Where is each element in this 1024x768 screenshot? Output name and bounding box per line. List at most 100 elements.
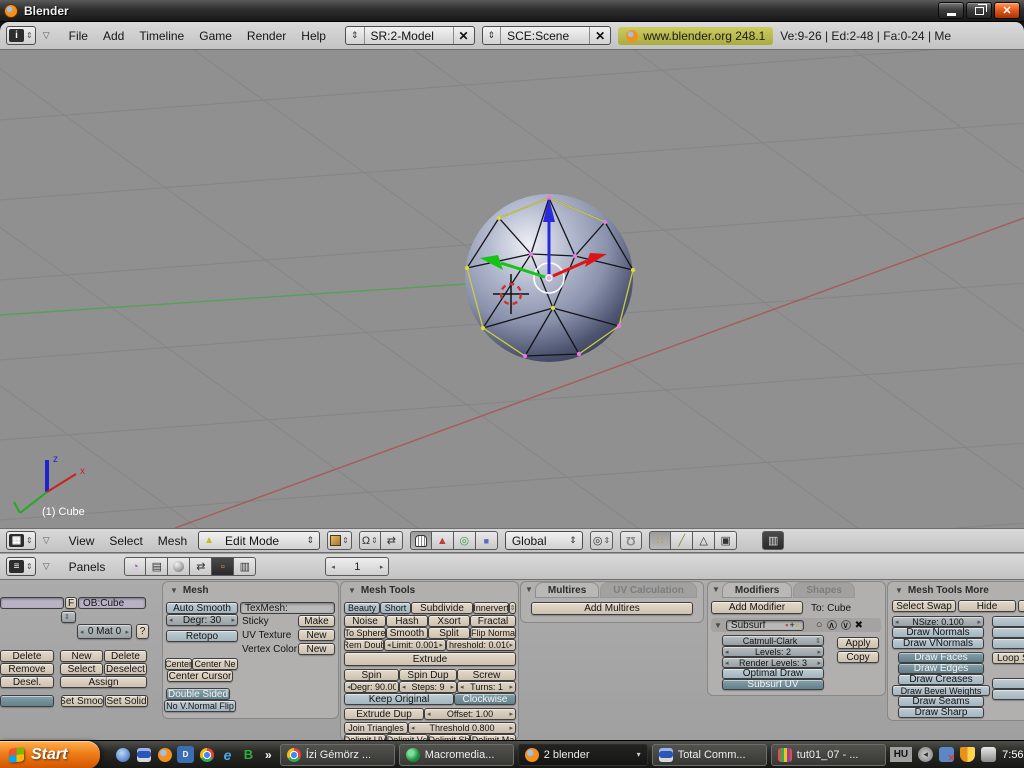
face-area-toggle[interactable]: Face <box>992 638 1024 649</box>
screw-button[interactable]: Screw <box>457 669 516 681</box>
task-item-macromedia[interactable]: Macromedia... <box>399 744 514 766</box>
x-axis-toggle[interactable]: X-axis <box>992 689 1024 700</box>
tab-shapes[interactable]: Shapes <box>794 583 854 597</box>
subsurf-uv-toggle[interactable]: Subsurf UV <box>722 679 824 690</box>
tab-modifiers[interactable]: Modifiers <box>723 583 791 597</box>
quicklaunch-ie-icon[interactable]: e <box>219 746 236 763</box>
select-button[interactable]: Select <box>60 663 103 675</box>
mesh-tools-more-header[interactable]: ▼ Mesh Tools More <box>888 582 1024 596</box>
extrude-button[interactable]: Extrude <box>344 652 516 666</box>
short-toggle[interactable]: Short <box>380 602 411 614</box>
stepper-right-icon[interactable]: ▸ <box>509 710 513 718</box>
join-triangles-toggle[interactable]: Join Triangles <box>344 722 408 734</box>
draw-sharp-toggle[interactable]: Draw Sharp <box>898 707 984 718</box>
menu-select[interactable]: Select <box>105 534 146 548</box>
frame-prev-icon[interactable]: ◂ <box>331 563 335 571</box>
texmesh-field[interactable]: TexMesh: <box>240 602 335 614</box>
modifier-name-field[interactable]: Subsurf ▪ + ▫ <box>726 620 804 631</box>
edited-sphere-object[interactable] <box>465 194 635 362</box>
viewport-menu-collapse-icon[interactable]: ▽ <box>43 535 50 546</box>
extrude-dup-button[interactable]: Extrude Dup <box>344 708 424 720</box>
mini-stepper[interactable]: ⇕ <box>61 611 76 623</box>
frame-stepper[interactable]: ◂ 1 ▸ <box>325 557 389 576</box>
add-modifier-button[interactable]: Add Modifier <box>711 601 803 614</box>
delete-material-button[interactable]: Delete <box>104 650 147 662</box>
apply-modifier-button[interactable]: Apply <box>837 637 879 649</box>
quicklaunch-chrome-icon[interactable] <box>198 746 215 763</box>
logic-context-button[interactable]: ◔ <box>124 557 146 576</box>
degr-stepper[interactable]: ◂ Degr: 30 ▸ <box>166 614 238 626</box>
menu-help[interactable]: Help <box>297 29 330 43</box>
center-new-button[interactable]: Center Ne <box>192 658 238 670</box>
stepper-right-icon[interactable]: ▸ <box>977 618 981 626</box>
shading-context-button[interactable] <box>168 557 190 576</box>
deselect-button[interactable]: Deselect <box>104 663 147 675</box>
tab-multires[interactable]: Multires <box>536 583 598 597</box>
split-button[interactable]: Split <box>428 627 470 639</box>
quicklaunch-blender-icon[interactable] <box>156 746 173 763</box>
scene-context-button[interactable]: ▥ <box>234 557 256 576</box>
render-preview-button[interactable]: ▥ <box>762 531 784 550</box>
manipulator-scale-button[interactable]: ■ <box>476 531 498 550</box>
spin-degr-stepper[interactable]: ◂ Degr: 90.00 <box>344 681 399 693</box>
scene-close-icon[interactable]: ✕ <box>589 27 610 44</box>
occlude-geometry-button[interactable]: ▣ <box>715 531 737 550</box>
printer-icon[interactable] <box>981 747 996 762</box>
render-toggle-icon[interactable]: ▪ <box>785 620 788 630</box>
clockwise-toggle[interactable]: Clockwise <box>454 693 516 705</box>
keep-original-toggle[interactable]: Keep Original <box>344 693 454 705</box>
quicklaunch-dev-icon[interactable]: D <box>177 746 194 763</box>
edge-length-toggle[interactable]: Edge L <box>992 616 1024 627</box>
delete-vgroup-button[interactable]: Delete <box>0 650 54 662</box>
viewport-canvas[interactable]: z x (1) Cube <box>0 50 1024 528</box>
limit-stepper[interactable]: ◂ Limit: 0.001 ▸ <box>384 639 446 651</box>
beauty-toggle[interactable]: Beauty <box>344 602 380 614</box>
buttons-editor-type-button[interactable]: ≡ ⇕ <box>6 557 36 576</box>
select-swap-button[interactable]: Select Swap <box>892 600 956 612</box>
panel-collapse-icon[interactable]: ▼ <box>712 585 720 594</box>
group-dropdown-icon[interactable]: ▾ <box>637 750 641 759</box>
task-item-izi-gemorz[interactable]: Ízi Gémörz ... <box>280 744 395 766</box>
edge-angles-toggle[interactable]: Edge A <box>992 627 1024 638</box>
steps-stepper[interactable]: ◂ Steps: 9 ▸ <box>399 681 457 693</box>
material-help-button[interactable]: ? <box>136 624 149 639</box>
set-solid-button[interactable]: Set Solid <box>105 695 148 707</box>
noise-button[interactable]: Noise <box>344 615 386 627</box>
material-stepper[interactable]: ◂ 0 Mat 0 ▸ <box>77 624 132 639</box>
threshold-stepper[interactable]: hreshold: 0.010 ▸ <box>446 639 516 651</box>
all-edges-toggle[interactable]: All E <box>992 678 1024 689</box>
partial-field[interactable] <box>0 597 64 609</box>
add-multires-button[interactable]: Add Multires <box>531 602 693 615</box>
retopo-toggle[interactable]: Retopo <box>166 630 238 642</box>
loop-select-button[interactable]: Loop Sele <box>992 652 1024 664</box>
center-cursor-button[interactable]: Center Cursor <box>167 670 233 682</box>
draw-vnormals-toggle[interactable]: Draw VNormals <box>892 638 984 649</box>
levels-stepper[interactable]: ◂ Levels: 2 ▸ <box>722 646 824 657</box>
draw-edges-toggle[interactable]: Draw Edges <box>898 663 984 674</box>
frame-next-icon[interactable]: ▸ <box>380 563 384 571</box>
subdivide-button[interactable]: Subdivide <box>411 602 473 614</box>
set-smooth-button[interactable]: Set Smoot <box>61 695 104 707</box>
new-material-button[interactable]: New <box>60 650 103 662</box>
desel-button[interactable]: Desel. <box>0 676 54 688</box>
scene-selector[interactable]: ⇕ SCE:Scene ✕ <box>482 26 612 45</box>
copy-modifier-button[interactable]: Copy <box>837 651 879 663</box>
panel-collapse-icon[interactable]: ▼ <box>170 586 178 595</box>
start-button[interactable]: Start <box>0 741 100 768</box>
subdivision-type-dropdown[interactable]: Catmull-Clark ⇕ <box>722 635 824 646</box>
panels-menu[interactable]: Panels <box>65 560 110 574</box>
edge-select-button[interactable]: ╱ <box>671 531 693 550</box>
editmode-toggle-icon[interactable]: + <box>789 620 794 630</box>
draw-normals-toggle[interactable]: Draw Normals <box>892 627 984 638</box>
stepper-right-icon[interactable]: ▸ <box>450 683 454 691</box>
move-down-icon[interactable]: ∨ <box>841 620 851 630</box>
security-shield-icon[interactable] <box>960 747 975 762</box>
close-button[interactable]: ✕ <box>994 2 1020 19</box>
move-up-icon[interactable]: ∧ <box>827 620 837 630</box>
new-vertex-color-button[interactable]: New <box>298 643 335 655</box>
spin-button[interactable]: Spin <box>344 669 399 681</box>
turns-stepper[interactable]: ◂ Turns: 1 ▸ <box>457 681 516 693</box>
draw-faces-toggle[interactable]: Draw Faces <box>898 652 984 663</box>
tab-uv-calculation[interactable]: UV Calculation <box>601 583 696 597</box>
draw-creases-toggle[interactable]: Draw Creases <box>898 674 984 685</box>
